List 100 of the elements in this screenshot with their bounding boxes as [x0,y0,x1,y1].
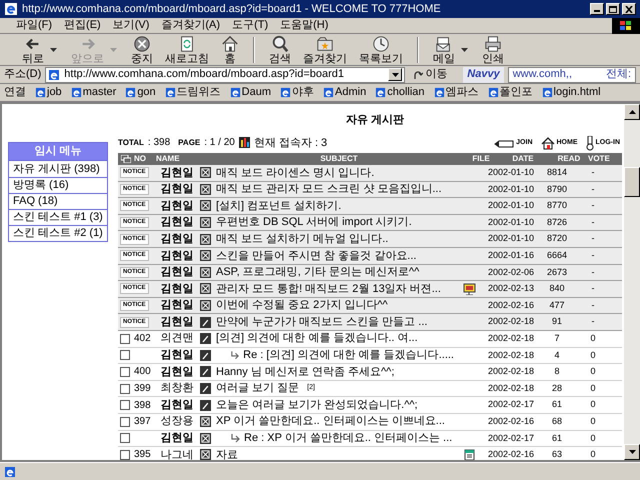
author-name: 김현일 [160,183,194,196]
vote-count: 0 [589,414,596,428]
link-button[interactable]: gon [125,84,156,101]
vote-count: 0 [589,332,596,345]
post-subject-link[interactable]: 여러글 보기 질문 [216,380,300,397]
sidebar-item[interactable]: 스킨 테스트 #2 (1) [9,225,107,241]
post-row[interactable]: 402 의견맨 [의견] 의견에 대한 예를 들겠습니다.. 여... 2002-02-18 7 0 [118,330,622,348]
column-header[interactable]: NAME [154,153,212,165]
checkbox[interactable] [120,334,130,344]
post-subject-link[interactable]: 매직 보드 라이센스 명시 입니다. [216,164,374,182]
checkbox[interactable] [120,350,130,360]
post-subject-link[interactable]: ASP, 프로그래밍, 기타 문의는 메신저로^^ [216,264,420,281]
scroll-thumb[interactable] [624,167,640,197]
column-header[interactable]: NO [134,153,154,165]
post-subject-link[interactable]: Re : [의견] 의견에 대한 예를 들겠습니다..... [243,347,454,364]
post-date: 2002-02-17 [486,432,536,445]
favorites-button[interactable]: 즐겨찾기 [297,34,353,64]
column-header[interactable]: VOTE [588,153,622,165]
menu-item[interactable]: 즐겨찾기(A) [161,17,220,34]
post-row[interactable]: 397 성장용 XP 이거 쓸만한데요.. 인터페이스는 이쁘네요... 2002-02-16 68 0 [118,414,622,430]
menu-item[interactable]: 편집(E) [64,17,101,34]
post-subject-link[interactable]: 자료 [216,446,238,460]
print-button[interactable]: 인쇄 [476,34,510,64]
document-file-icon[interactable] [464,448,474,460]
post-number: 398 [134,398,151,413]
post-subject-link[interactable]: XP 이거 쓸만한데요.. 인터페이스는 이쁘네요... [216,413,445,430]
page-icon [35,87,46,98]
scroll-down-icon[interactable] [628,450,636,454]
menu-item[interactable]: 파일(F) [16,17,52,34]
post-subject-link[interactable]: 매직 보드 설치하기 메뉴얼 입니다.. [216,230,388,248]
refresh-button[interactable]: 새로고침 [159,34,215,64]
post-subject-link[interactable]: Hanny 님 메신저로 연락좀 주세요^^; [216,364,394,380]
checkbox[interactable] [120,450,130,460]
dropdown-icon[interactable] [461,48,468,52]
post-subject-link[interactable]: 이번에 수정될 중요 2가지 입니다^^ [216,297,388,314]
scrollbar[interactable] [624,104,640,460]
back-button[interactable]: 뒤로 [16,34,50,64]
sidebar-item[interactable]: 방명록 (16) [9,177,107,193]
maximize-button[interactable] [606,3,620,15]
post-subject-link[interactable]: 관리자 모드 통합! 매직보드 2월 13일자 버젼... [216,280,441,298]
history-button[interactable]: 목록보기 [353,34,409,64]
stop-button[interactable]: 중지 [125,34,159,64]
post-row[interactable]: 398 김현일 오늘은 여러글 보기가 완성되었습니다.^^; 2002-02-17 61 0 [118,397,622,414]
checkbox[interactable] [120,433,130,444]
sidebar-item[interactable]: 스킨 테스트 #1 (3) [9,209,107,225]
address-field[interactable]: http://www.comhana.com/mboard/mboard.asp?id=board1 [45,66,406,82]
close-button[interactable] [622,3,636,15]
vote-count: 0 [589,365,596,378]
link-button[interactable]: 야후 [280,84,314,101]
link-button[interactable]: 엠파스 [434,84,479,101]
close-icon[interactable] [625,6,633,12]
read-count: 8770 [546,199,568,212]
link-button[interactable]: job [35,84,62,101]
page-icon [542,87,553,98]
home-button[interactable]: 홈 [215,34,245,64]
post-subject-link[interactable]: 만약에 누군가가 매직보드 스킨을 만들고 ... [216,314,428,330]
post-subject-link[interactable]: 스킨을 만들어 주시면 참 좋을것 같아요... [216,248,416,264]
post-date: 2002-02-16 [486,448,536,460]
post-date: 2002-02-16 [486,298,536,312]
post-date: 2002-02-18 [486,365,536,378]
post-row[interactable]: 400 김현일 Hanny 님 메신저로 연락좀 주세요^^; 2002-02-18 8 0 [118,364,622,381]
scroll-up-icon[interactable] [628,110,636,114]
dropdown-icon[interactable] [50,48,57,52]
post-subject-link[interactable]: 우편번호 DB SQL 서버에 import 시키기. [216,214,412,231]
post-subject-link[interactable]: [의견] 의견에 대한 예를 들겠습니다.. 여... [216,330,418,347]
post-subject-link[interactable]: 매직 보드 관리자 모드 스크린 샷 모음집입니... [216,181,442,198]
menu-item[interactable]: 도움말(H) [280,17,328,34]
author-name: 김현일 [160,432,194,444]
link-button[interactable]: master [70,84,116,101]
post-subject-link[interactable]: [설치] 컴포넌트 설치하기. [216,198,342,214]
history-icon [372,34,390,52]
post-subject-link[interactable]: Re : XP 이거 쓸만한데요.. 인터페이스는 ... [244,430,452,447]
search-field[interactable]: www.comh,, 전체: [508,66,636,82]
menu-item[interactable]: 도구(T) [232,17,268,34]
go-button[interactable]: 이동 [409,66,452,83]
checkbox[interactable] [120,366,130,377]
link-button[interactable]: 드림위즈 [164,84,221,101]
checkbox[interactable] [120,416,130,427]
checkbox[interactable] [120,384,130,394]
checkbox[interactable] [120,400,130,410]
post-subject-link[interactable]: 오늘은 여러글 보기가 완성되었습니다.^^; [216,396,418,414]
column-header[interactable]: READ [550,153,588,165]
sidebar-item[interactable]: FAQ (18) [9,193,107,209]
mail-button[interactable]: 메일 [427,34,461,64]
presentation-file-icon[interactable] [462,282,476,295]
link-button[interactable]: chollian [375,84,425,101]
menu-item[interactable]: 보기(V) [112,17,150,34]
windows-logo [612,18,640,34]
column-header[interactable]: SUBJECT [212,153,466,165]
link-button[interactable]: Admin [323,84,366,101]
link-button[interactable]: 폴인포 [488,84,533,101]
page-label: PAGE [178,136,200,149]
link-button[interactable]: Daum [230,84,272,101]
column-header[interactable]: FILE [466,153,496,165]
link-button[interactable]: login.html [542,84,601,101]
search-button[interactable]: 검색 [263,34,297,64]
minimize-button[interactable] [590,3,604,15]
post-row[interactable]: 김현일 Re : [의견] 의견에 대한 예를 들겠습니다..... 2002-02-18 4 0 [118,348,622,364]
column-header[interactable]: DATE [496,153,550,165]
dropdown-icon[interactable] [392,72,399,76]
